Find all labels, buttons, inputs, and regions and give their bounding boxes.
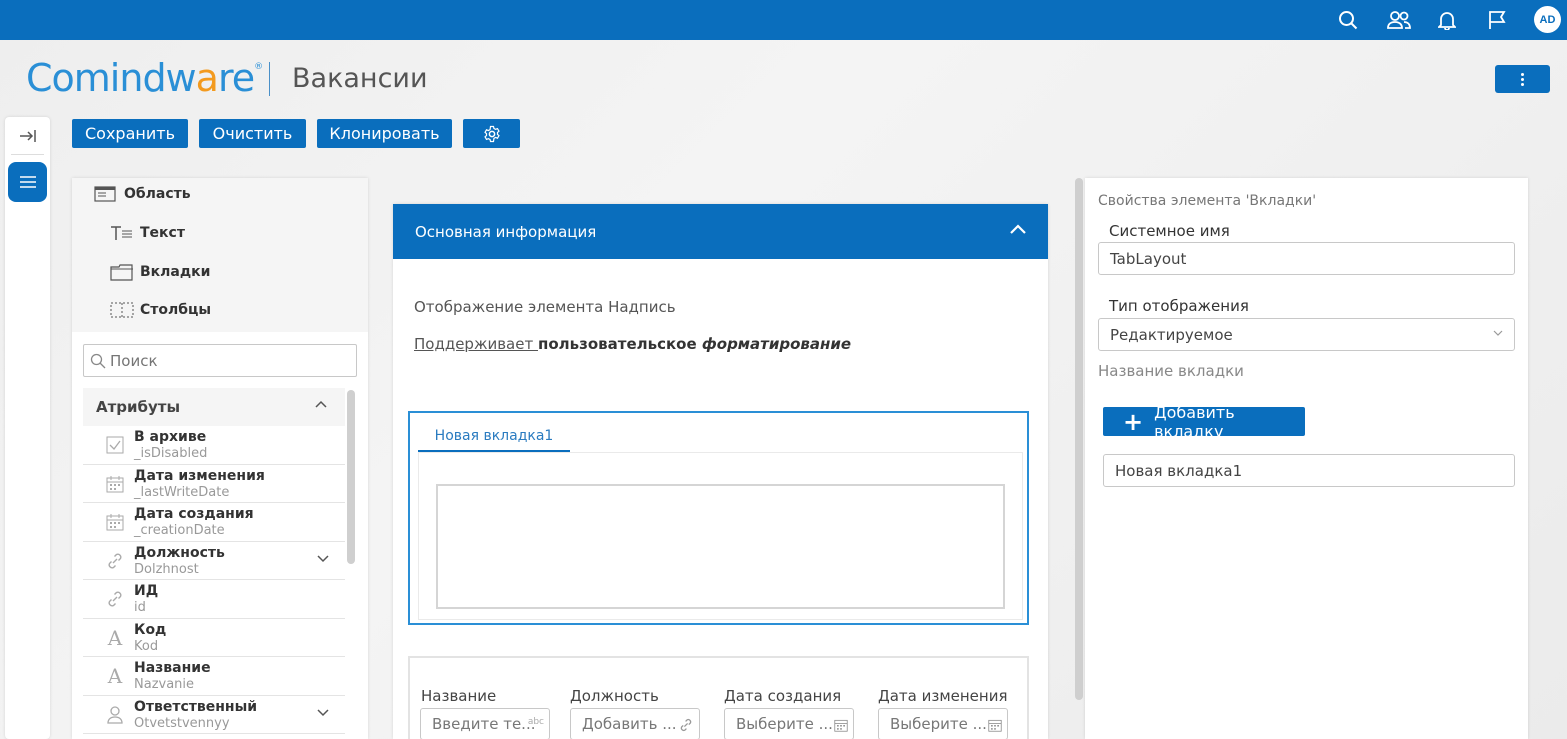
- properties-scrollbar[interactable]: [1075, 178, 1083, 700]
- calendar-icon: [105, 512, 125, 532]
- section-header[interactable]: Основная информация: [393, 204, 1048, 259]
- chevron-down-icon[interactable]: [317, 708, 329, 717]
- plus-icon: +: [1123, 407, 1144, 436]
- field-label-modified: Дата изменения: [878, 687, 1008, 705]
- tab-new-tab-1[interactable]: Новая вкладка1: [418, 421, 570, 453]
- link-icon: [680, 718, 692, 732]
- link-icon: [105, 589, 125, 609]
- palette-item-text[interactable]: Текст: [110, 225, 185, 241]
- calendar-icon: [988, 719, 1002, 732]
- display-type-select[interactable]: Редактируемое: [1098, 318, 1515, 351]
- position-field[interactable]: Добавить ...: [570, 708, 700, 739]
- settings-button[interactable]: [463, 119, 520, 148]
- tab-content: [418, 452, 1023, 620]
- tab-name-field[interactable]: Новая вкладка1: [1103, 454, 1515, 487]
- list-item[interactable]: Должность Dolzhnost: [83, 542, 345, 580]
- calendar-icon: [834, 719, 848, 732]
- tab-name-label: Название вкладки: [1098, 362, 1244, 380]
- fields-area: Название Введите те... abc Должность Доб…: [408, 656, 1029, 739]
- text-a-icon: A: [107, 625, 123, 650]
- field-label-name: Название: [421, 687, 497, 705]
- attribute-search[interactable]: [83, 344, 357, 377]
- chevron-up-icon: [315, 400, 327, 408]
- search-icon: [90, 353, 106, 368]
- save-button[interactable]: Сохранить: [72, 119, 188, 148]
- clear-button[interactable]: Очистить: [199, 119, 306, 148]
- attribute-list: В архиве _isDisabled Дата изменения _las…: [83, 426, 345, 734]
- hamburger-icon: [19, 176, 36, 188]
- tab-drop-zone[interactable]: [436, 484, 1005, 609]
- list-item[interactable]: Ответственный Otvetstvennyy: [83, 696, 345, 734]
- users-icon[interactable]: [1385, 6, 1413, 34]
- more-menu-button[interactable]: [1495, 65, 1550, 93]
- columns-icon: [110, 302, 136, 318]
- section-title: Основная информация: [415, 222, 597, 241]
- palette-item-columns[interactable]: Столбцы: [110, 302, 211, 318]
- rich-text-element[interactable]: Поддерживает пользовательское форматиров…: [414, 335, 851, 353]
- list-item[interactable]: Дата создания _creationDate: [83, 503, 345, 542]
- search-icon[interactable]: [1334, 6, 1362, 34]
- calendar-icon: [105, 474, 125, 494]
- modified-date-field[interactable]: Выберите ...: [878, 708, 1008, 739]
- attributes-title: Атрибуты: [96, 398, 181, 416]
- clone-button[interactable]: Клонировать: [317, 119, 452, 148]
- logo-divider: [269, 62, 270, 96]
- form-canvas: Основная информация Отображение элемента…: [393, 204, 1048, 739]
- text-abc-icon: abc: [527, 717, 544, 727]
- search-input[interactable]: [110, 351, 340, 370]
- area-icon: [94, 186, 120, 202]
- list-item[interactable]: ИД id: [83, 580, 345, 619]
- brand-logo: Comindware®: [26, 56, 263, 100]
- system-name-field[interactable]: TabLayout: [1098, 242, 1515, 275]
- name-field[interactable]: Введите те... abc: [420, 708, 550, 739]
- rail-divider: [11, 154, 44, 155]
- kebab-icon: [1521, 72, 1524, 87]
- gear-icon: [483, 125, 500, 142]
- checkbox-icon: [105, 435, 125, 455]
- chevron-down-icon: [1493, 330, 1503, 336]
- list-item[interactable]: A Название Nazvanie: [83, 657, 345, 696]
- attributes-scrollbar[interactable]: [347, 390, 355, 564]
- left-rail: [5, 117, 50, 739]
- element-palette: Область Текст Вкладки Столбцы Атрибуты В…: [72, 178, 368, 739]
- flag-icon[interactable]: [1483, 6, 1511, 34]
- list-item[interactable]: В архиве _isDisabled: [83, 426, 345, 465]
- chevron-up-icon[interactable]: [1010, 224, 1026, 234]
- collapse-panel-icon[interactable]: [18, 126, 38, 146]
- palette-item-area[interactable]: Область: [94, 186, 191, 202]
- properties-panel: Свойства элемента 'Вкладки' Системное им…: [1085, 178, 1528, 739]
- tabs-element[interactable]: Новая вкладка1: [408, 411, 1029, 625]
- add-tab-button[interactable]: + Добавить вкладку: [1103, 403, 1305, 441]
- created-date-field[interactable]: Выберите ...: [724, 708, 854, 739]
- palette-item-tabs[interactable]: Вкладки: [110, 263, 211, 281]
- user-avatar[interactable]: AD: [1534, 6, 1561, 33]
- page-title: Вакансии: [292, 63, 428, 94]
- person-icon: [105, 705, 125, 725]
- top-bar: AD: [0, 0, 1567, 40]
- list-item[interactable]: Дата изменения _lastWriteDate: [83, 465, 345, 503]
- field-label-created: Дата создания: [724, 687, 842, 705]
- text-a-icon: A: [107, 664, 123, 688]
- system-name-label: Системное имя: [1109, 222, 1230, 240]
- list-item[interactable]: A Код Kod: [83, 619, 345, 657]
- display-type-label: Тип отображения: [1109, 297, 1249, 315]
- tabs-icon: [110, 263, 136, 281]
- text-icon: [110, 225, 136, 241]
- bell-icon[interactable]: [1433, 6, 1461, 34]
- attributes-group-header[interactable]: Атрибуты: [83, 388, 345, 426]
- link-icon: [105, 551, 125, 571]
- field-label-position: Должность: [570, 687, 659, 705]
- caption-element[interactable]: Отображение элемента Надпись: [414, 298, 676, 316]
- properties-title: Свойства элемента 'Вкладки': [1098, 193, 1317, 209]
- hamburger-menu-button[interactable]: [8, 162, 47, 202]
- chevron-down-icon[interactable]: [317, 554, 329, 563]
